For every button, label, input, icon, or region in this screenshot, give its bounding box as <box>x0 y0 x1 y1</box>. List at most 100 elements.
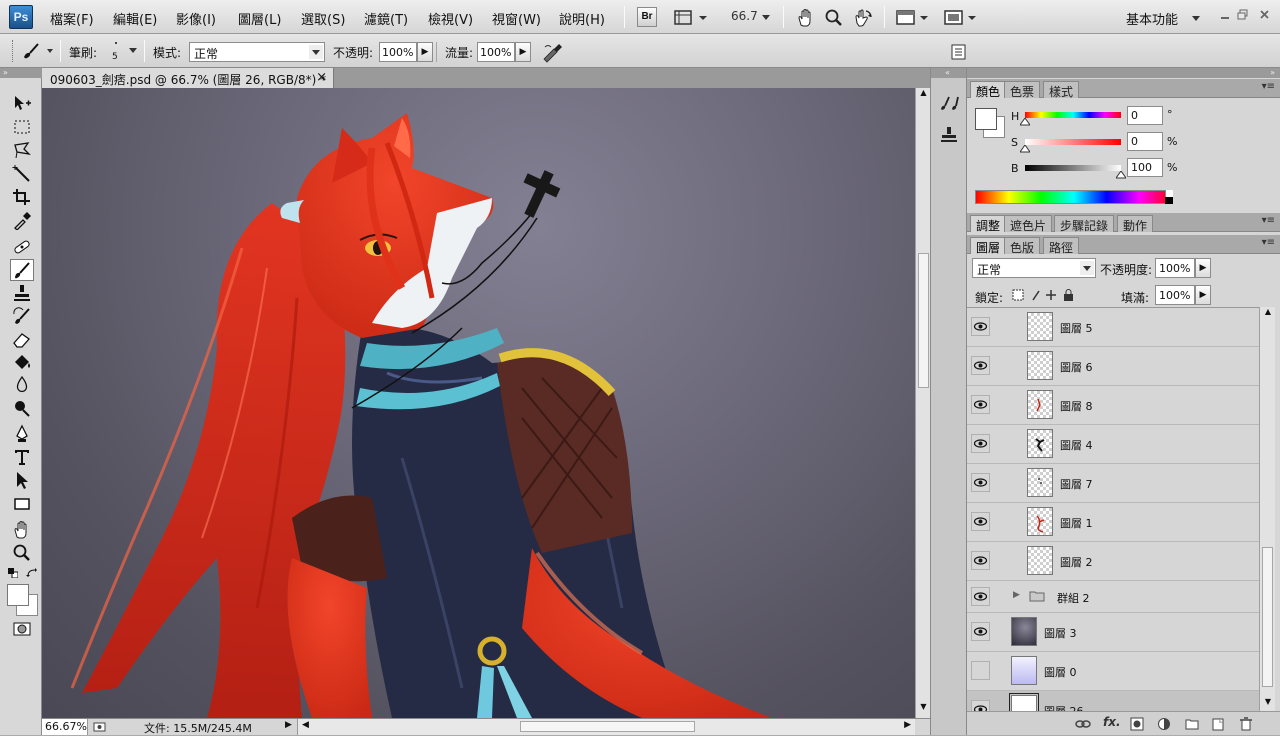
panel-menu-icon[interactable]: ▾≡ <box>1262 81 1275 92</box>
zoom-tool-button[interactable] <box>822 7 844 27</box>
marquee-tool[interactable] <box>10 116 34 138</box>
zoom-percentage-field[interactable]: 66.67% <box>42 719 88 735</box>
restore-icon[interactable] <box>1237 9 1248 20</box>
brightness-slider[interactable] <box>1025 165 1121 171</box>
menu-filter[interactable]: 濾鏡(T) <box>364 9 408 28</box>
scroll-thumb[interactable] <box>1262 547 1273 687</box>
clone-source-panel-button[interactable] <box>937 124 961 146</box>
layer-thumbnail[interactable] <box>1027 312 1053 341</box>
slider-handle-icon[interactable] <box>1020 118 1030 126</box>
tab-adjustments[interactable]: 調整 <box>970 215 1007 233</box>
tab-styles[interactable]: 樣式 <box>1043 81 1080 99</box>
layer-opacity-input[interactable]: 100% <box>1155 258 1195 278</box>
slider-handle-icon[interactable] <box>1116 171 1126 179</box>
visibility-eye-icon[interactable] <box>971 551 990 570</box>
photoshop-logo-icon[interactable]: Ps <box>9 5 33 29</box>
scroll-up-icon[interactable]: ▲ <box>1261 307 1275 316</box>
blur-tool[interactable] <box>10 374 34 396</box>
brush-panel-toggle[interactable] <box>948 42 970 62</box>
scroll-left-icon[interactable]: ◀ <box>302 720 309 730</box>
brush-presets-panel-button[interactable] <box>937 92 961 114</box>
layer-thumbnail[interactable] <box>1011 617 1037 646</box>
layer-style-fx-icon[interactable]: fx. <box>1103 715 1121 729</box>
minimize-icon[interactable] <box>1220 12 1230 20</box>
scroll-down-icon[interactable]: ▼ <box>1261 697 1275 706</box>
panel-menu-icon[interactable]: ▾≡ <box>1262 237 1275 248</box>
expand-group-icon[interactable]: ▶ <box>1013 590 1020 600</box>
layer-opacity-slider-toggle[interactable]: ▶ <box>1195 258 1211 278</box>
view-extras-button[interactable] <box>672 7 708 27</box>
layer-row[interactable]: 圖層 6 <box>967 347 1259 386</box>
visibility-eye-icon[interactable] <box>971 622 990 641</box>
layer-row[interactable]: 圖層 5 <box>967 308 1259 347</box>
clone-stamp-tool[interactable] <box>10 282 34 304</box>
layer-thumbnail[interactable] <box>1027 429 1053 458</box>
menu-layer[interactable]: 圖層(L) <box>238 9 281 28</box>
scroll-thumb[interactable] <box>520 721 695 732</box>
close-icon[interactable] <box>1259 9 1270 20</box>
dodge-tool[interactable] <box>10 397 34 419</box>
layer-group-row[interactable]: ▶ 群組 2 <box>967 581 1259 613</box>
layer-thumbnail[interactable] <box>1027 351 1053 380</box>
fill-slider-toggle[interactable]: ▶ <box>1195 285 1211 305</box>
layer-row[interactable]: 圖層 8 <box>967 386 1259 425</box>
eraser-tool[interactable] <box>10 328 34 350</box>
menu-view[interactable]: 檢視(V) <box>428 9 473 28</box>
adjustment-layer-icon[interactable] <box>1157 717 1173 731</box>
blend-mode-select[interactable]: 正常 <box>189 42 325 62</box>
slider-handle-icon[interactable] <box>1020 145 1030 153</box>
flow-input[interactable]: 100% <box>477 42 515 62</box>
layer-blend-mode-select[interactable]: 正常 <box>972 258 1096 278</box>
visibility-eye-icon[interactable] <box>971 473 990 492</box>
swap-colors-button[interactable] <box>26 568 38 578</box>
visibility-eye-icon[interactable] <box>971 700 990 711</box>
lasso-tool[interactable] <box>10 139 34 161</box>
document-canvas[interactable] <box>42 88 915 718</box>
layer-row[interactable]: 圖層 7 <box>967 464 1259 503</box>
brush-size-picker[interactable]: 5 <box>108 39 140 65</box>
visibility-eye-icon[interactable] <box>971 395 990 414</box>
visibility-eye-icon[interactable] <box>971 587 990 606</box>
layer-row[interactable]: 圖層 0 <box>967 652 1259 691</box>
panel-foreground-color[interactable] <box>975 108 997 130</box>
tab-actions[interactable]: 動作 <box>1117 215 1154 233</box>
visibility-eye-icon[interactable] <box>971 317 990 336</box>
eyedropper-tool[interactable] <box>10 209 34 231</box>
opacity-slider-toggle[interactable]: ▶ <box>417 42 433 62</box>
status-bar-icon[interactable] <box>92 720 108 734</box>
tab-layers[interactable]: 圖層 <box>970 237 1007 255</box>
layer-thumbnail[interactable] <box>1027 546 1053 575</box>
saturation-input[interactable]: 0 <box>1127 132 1163 151</box>
fill-input[interactable]: 100% <box>1155 285 1195 305</box>
scroll-thumb[interactable] <box>918 253 929 388</box>
layer-row[interactable]: 圖層 3 <box>967 613 1259 652</box>
opacity-input[interactable]: 100% <box>379 42 417 62</box>
collapsed-strip-header[interactable]: « <box>931 68 967 78</box>
hue-slider[interactable] <box>1025 112 1121 118</box>
panel-dock-header[interactable]: » <box>967 68 1280 78</box>
move-tool[interactable] <box>10 92 34 114</box>
menu-window[interactable]: 視窗(W) <box>492 9 541 28</box>
panel-menu-icon[interactable]: ▾≡ <box>1262 215 1275 226</box>
arrange-documents-button[interactable] <box>894 7 930 27</box>
visibility-eye-icon[interactable] <box>971 512 990 531</box>
default-colors-button[interactable] <box>8 568 18 578</box>
zoom-tool[interactable] <box>10 542 34 564</box>
new-group-icon[interactable] <box>1185 717 1199 731</box>
layer-thumbnail[interactable] <box>1027 507 1053 536</box>
quick-mask-button[interactable] <box>10 618 34 640</box>
canvas-horizontal-scrollbar[interactable]: ◀ ▶ <box>297 719 915 735</box>
screen-mode-button[interactable] <box>942 7 978 27</box>
layer-row[interactable]: 圖層 26 <box>967 691 1259 711</box>
rotate-view-button[interactable] <box>852 7 874 27</box>
saturation-slider[interactable] <box>1025 139 1121 145</box>
layer-row[interactable]: 圖層 4 <box>967 425 1259 464</box>
hand-tool-button[interactable] <box>794 7 816 27</box>
visibility-eye-icon[interactable] <box>971 356 990 375</box>
menu-edit[interactable]: 編輯(E) <box>113 9 157 28</box>
brush-tool[interactable] <box>10 259 34 281</box>
layer-row[interactable]: 圖層 2 <box>967 542 1259 581</box>
scroll-right-icon[interactable]: ▶ <box>904 720 911 730</box>
type-tool[interactable] <box>10 446 34 468</box>
link-layers-icon[interactable] <box>1075 717 1091 731</box>
